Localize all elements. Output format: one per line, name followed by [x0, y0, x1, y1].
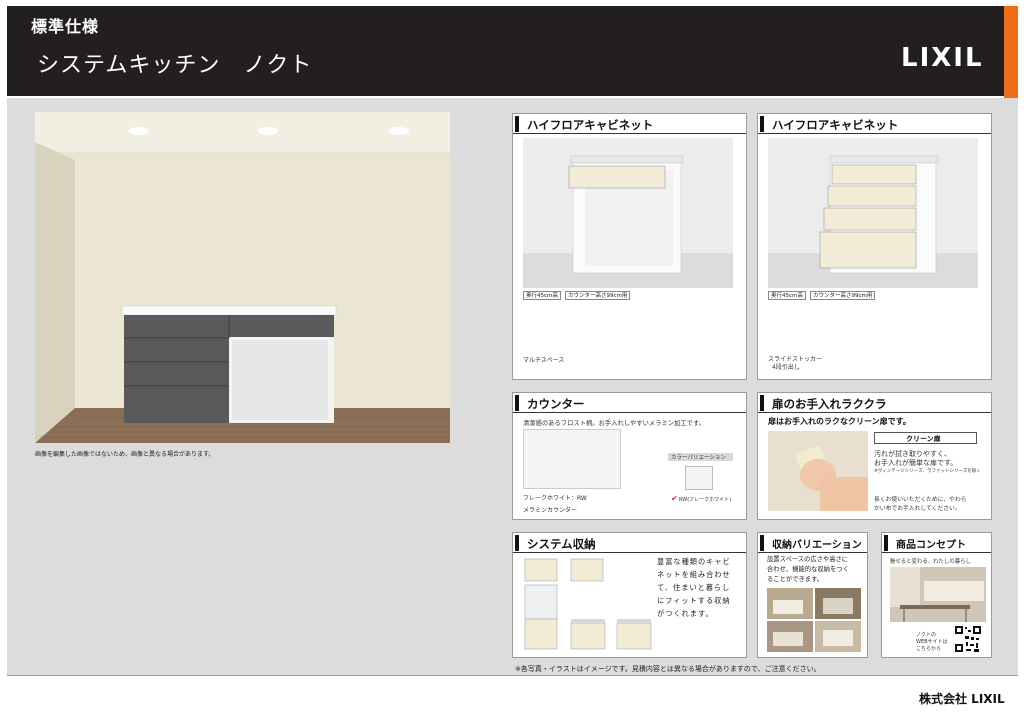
cabinet-caption: マルチスペース	[523, 357, 565, 364]
spec-tag: 奥行45cm高	[768, 291, 806, 300]
counter-description: 清潔感のあるフロスト柄。お手入れしやすいメラミン加工です。	[523, 420, 705, 427]
concept-tagline: 魅せると変わる、わたしの暮らし	[890, 559, 971, 565]
card-title: 収納バリエーション	[758, 533, 867, 553]
variation-swatch	[685, 466, 713, 490]
system-storage-illustration	[524, 558, 652, 650]
cabinet-2-photo	[768, 138, 978, 288]
variation-item: RW(フレークホワイト)	[679, 497, 732, 503]
card-title: 商品コンセプト	[882, 533, 991, 553]
product-name: システムキッチン ノクト	[37, 53, 313, 78]
main-kitchen-photo	[35, 112, 450, 443]
brand-logo: LIXIL	[901, 43, 984, 73]
qr-caption-3: こちらから	[916, 646, 942, 652]
card-counter: カウンター 清潔感のあるフロスト柄。お手入れしやすいメラミン加工です。 フレーク…	[512, 392, 747, 520]
card-title: システム収納	[513, 533, 746, 553]
card-title: ハイフロアキャビネット	[513, 114, 746, 134]
footer-divider	[7, 675, 1018, 676]
accent-bar	[1004, 6, 1018, 98]
spec-tag: 奥行45cm高	[523, 291, 561, 300]
page-title: 標準仕様	[31, 17, 100, 36]
card-title-text: 収納バリエーション	[772, 540, 862, 551]
door-note: ※ヴィンテージシリーズ、ラファットシリーズを除く	[874, 469, 981, 474]
text-line: 設置スペースの広さや高さに	[767, 556, 849, 563]
door-line-2: お手入れが簡単な扉です。	[874, 459, 958, 467]
text-line: て、住まいと暮らし	[657, 583, 731, 592]
system-storage-text: 豊富な種類のキャビ ネットを組み合わせ て、住まいと暮らし にフィットする収納 …	[657, 555, 741, 620]
card-door-care: 扉のお手入れラククラ 扉はお手入れのラクなクリーン扉です。 クリーン扉 汚れが拭…	[757, 392, 992, 520]
counter-swatch	[523, 429, 621, 489]
door-bottom-1: 長くお使いいただくために、やわら	[874, 497, 967, 503]
qr-caption-2: WEBサイトは	[916, 639, 948, 645]
qr-caption-1: ノクトの	[916, 632, 937, 638]
text-line: ネットを組み合わせ	[657, 570, 731, 579]
qr-code-icon[interactable]	[954, 625, 982, 653]
variation-title: カラーバリエーション	[671, 455, 726, 461]
card-title-text: 商品コンセプト	[896, 540, 966, 551]
spec-tag: カウンター高さ99cm用	[810, 291, 876, 300]
card-title-text: ハイフロアキャビネット	[527, 118, 654, 132]
card-title-text: ハイフロアキャビネット	[772, 118, 899, 132]
text-line: がつくれます。	[657, 609, 714, 618]
photo-note: 画像を編集した画像ではないため、画像と異なる場合があります。	[35, 451, 215, 458]
header-bar: 標準仕様 システムキッチン ノクト LIXIL	[7, 6, 1004, 96]
text-line: 豊富な種類のキャビ	[657, 557, 731, 566]
cabinet-caption-sub: 4段引出し	[772, 364, 800, 371]
card-highfloor-cabinet-2: ハイフロアキャビネット 奥行45cm高 カウンター高さ99cm用 スライドストッ…	[757, 113, 992, 380]
text-line: ることができます。	[767, 576, 824, 583]
company-name: 株式会社 LIXIL	[919, 692, 1005, 706]
swatch-label: フレークホワイト：RW	[523, 495, 587, 502]
concept-photo	[890, 567, 986, 622]
card-title: 扉のお手入れラククラ	[758, 393, 991, 413]
variation-photo-grid	[767, 588, 861, 652]
variation-text: 設置スペースの広さや高さに 合わせ、機能的な収納をつく ることができます。	[767, 555, 849, 585]
door-lead: 扉はお手入れのラクなクリーン扉です。	[768, 417, 911, 426]
badge-text: クリーン扉	[906, 435, 941, 443]
card-storage-variation: 収納バリエーション 設置スペースの広さや高さに 合わせ、機能的な収納をつく るこ…	[757, 532, 868, 658]
card-highfloor-cabinet-1: ハイフロアキャビネット 奥行45cm高 カウンター高さ99cm用 マルチスペース	[512, 113, 747, 380]
card-title-text: 扉のお手入れラククラ	[772, 397, 887, 411]
variation-check-icon: ✔	[671, 494, 678, 503]
door-cleaning-photo	[768, 431, 868, 511]
spec-tag: カウンター高さ99cm用	[565, 291, 631, 300]
cabinet-1-photo	[523, 138, 733, 288]
card-title-text: システム収納	[527, 537, 596, 551]
card-system-storage: システム収納 豊富な種類のキャビ ネットを組み合わせ て、住まいと暮らし にフィ…	[512, 532, 747, 658]
door-bottom-2: かい布でお手入れしてください。	[874, 506, 961, 512]
card-title: ハイフロアキャビネット	[758, 114, 991, 134]
counter-material: メラミンカウンター	[523, 507, 578, 514]
footer-disclaimer: ※各写真・イラストはイメージです。見積内容とは異なる場合がありますので、ご注意く…	[515, 665, 821, 673]
card-product-concept: 商品コンセプト 魅せると変わる、わたしの暮らし ノクトの WEBサイトは こちら…	[881, 532, 992, 658]
card-title: カウンター	[513, 393, 746, 413]
text-line: 合わせ、機能的な収納をつく	[767, 566, 849, 573]
text-line: にフィットする収納	[657, 596, 731, 605]
card-title-text: カウンター	[527, 397, 585, 411]
